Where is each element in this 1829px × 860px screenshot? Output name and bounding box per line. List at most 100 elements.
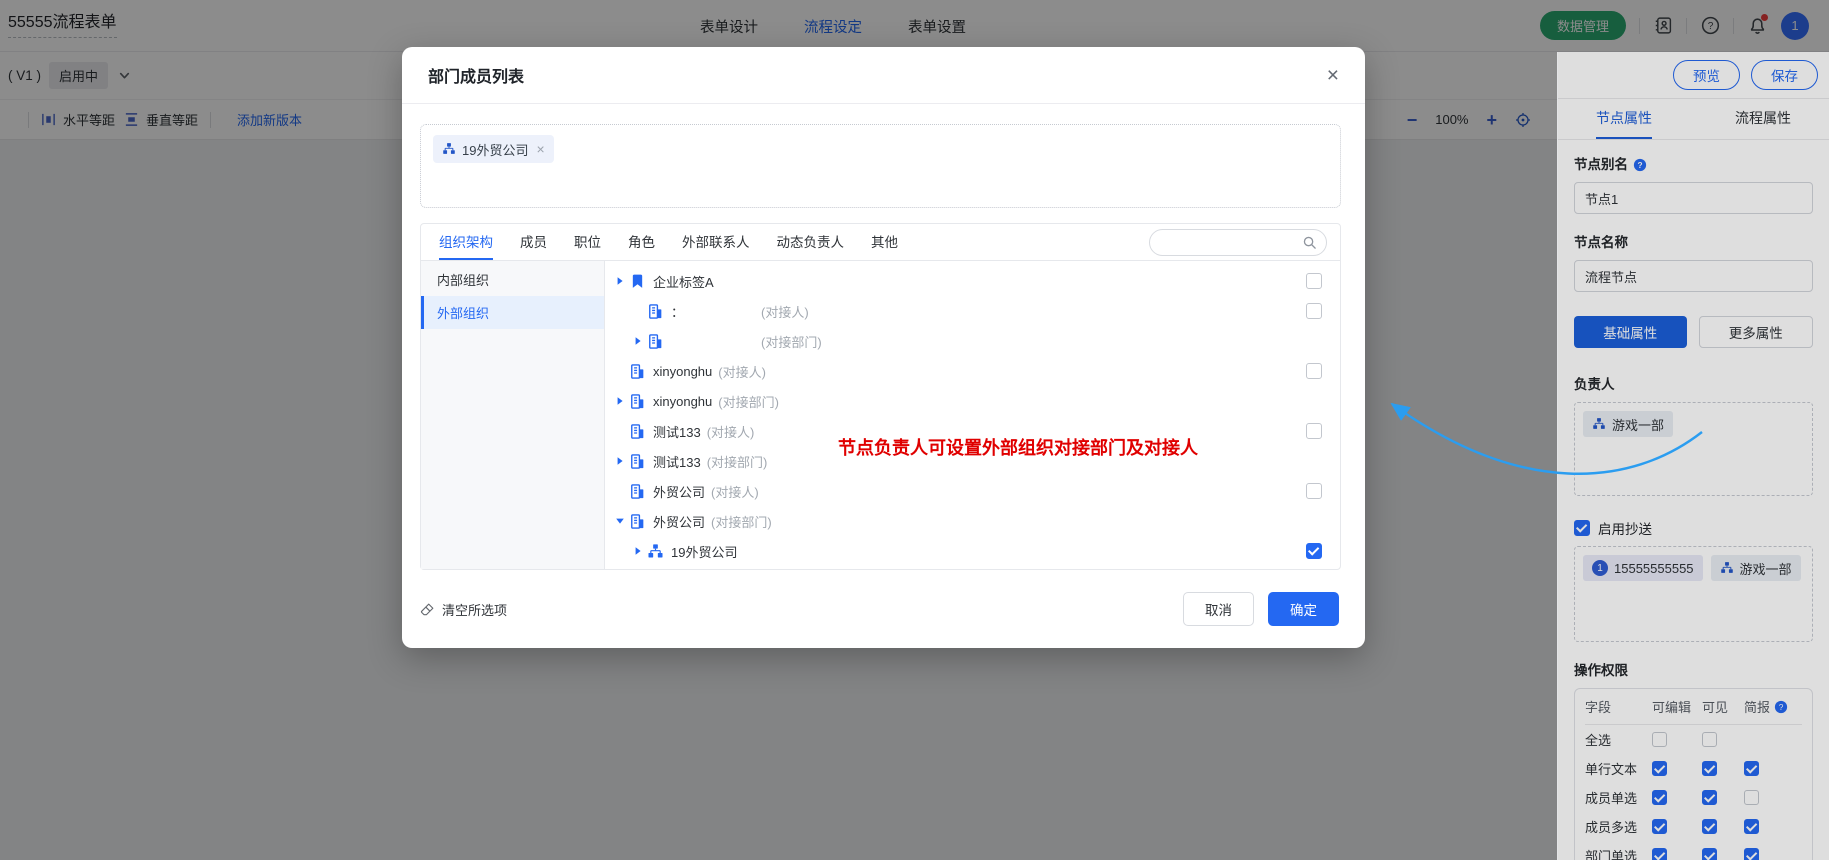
perm-checkbox[interactable] [1652, 732, 1667, 747]
tree-checkbox[interactable] [1306, 303, 1322, 319]
modal-title: 部门成员列表 [428, 63, 524, 87]
picker-tab[interactable]: 职位 [574, 224, 601, 260]
picker-tab[interactable]: 外部联系人 [682, 224, 750, 260]
help-icon[interactable]: ? [1633, 158, 1647, 172]
tree-checkbox[interactable] [1306, 363, 1322, 379]
org-icon [1592, 417, 1606, 431]
property-switch-buttons: 基础属性 更多属性 [1574, 316, 1813, 348]
perm-checkbox[interactable] [1652, 819, 1667, 834]
confirm-button[interactable]: 确定 [1268, 592, 1339, 626]
tree-row[interactable]: (对接部门) [615, 326, 1322, 356]
caret-right-icon[interactable] [633, 546, 647, 556]
tree-node-suffix: (对接部门) [718, 392, 779, 411]
selected-tag: 19外贸公司× [433, 135, 554, 163]
perm-row: 成员单选 [1585, 783, 1802, 812]
tree-node-name: xinyonghu [653, 364, 712, 379]
building-icon [629, 393, 646, 410]
permissions-label-text: 操作权限 [1574, 662, 1628, 680]
picker-main: 内部组织外部组织 企业标签A：(对接人) (对接部门) xinyonghu (对接人)… [421, 261, 1340, 569]
cc-checkbox[interactable] [1574, 520, 1590, 536]
caret-right-icon[interactable] [615, 456, 629, 466]
perm-checkbox[interactable] [1744, 848, 1759, 860]
tree-node-suffix: (对接人) [718, 362, 766, 381]
drawer-tab[interactable]: 流程属性 [1735, 99, 1791, 139]
tree-row[interactable]: xinyonghu (对接人) [615, 356, 1322, 386]
picker-tab[interactable]: 成员 [520, 224, 547, 260]
picker-tab[interactable]: 动态负责人 [777, 224, 845, 260]
tree-node-suffix: (对接人) [707, 422, 755, 441]
perm-col-label: 简报 [1744, 697, 1770, 716]
org-icon [442, 142, 456, 156]
picker-tabs: 组织架构成员职位角色外部联系人动态负责人其他 [421, 224, 1340, 261]
perm-checkbox[interactable] [1744, 761, 1759, 776]
tree-row[interactable]: ：(对接人) [615, 296, 1322, 326]
perm-col-header: 可编辑 [1652, 697, 1702, 716]
preview-button[interactable]: 预览 [1673, 60, 1740, 90]
tree-node-suffix: (对接部门) [707, 452, 768, 471]
perm-col-header: 可见 [1702, 697, 1744, 716]
tree-node-name: 测试133 [653, 422, 701, 441]
caret-right-icon[interactable] [633, 336, 647, 346]
owner-label: 负责人 [1574, 376, 1813, 394]
picker-tab[interactable]: 角色 [628, 224, 655, 260]
perm-checkbox[interactable] [1702, 732, 1717, 747]
perm-field-name: 部门单选 [1585, 846, 1652, 860]
cancel-button[interactable]: 取消 [1183, 592, 1254, 626]
tree-row[interactable]: 外贸公司(对接人) [615, 476, 1322, 506]
perm-checkbox[interactable] [1702, 790, 1717, 805]
tree-checkbox[interactable] [1306, 423, 1322, 439]
org-nav-item[interactable]: 外部组织 [421, 296, 604, 329]
modal-footer: 清空所选项 取消 确定 [402, 570, 1365, 648]
close-icon[interactable]: × [1327, 65, 1339, 86]
tree-node-name: 19外贸公司 [671, 542, 737, 561]
more-props-button[interactable]: 更多属性 [1699, 316, 1814, 348]
tree-checkbox[interactable] [1306, 483, 1322, 499]
tree-checkbox[interactable] [1306, 543, 1322, 559]
perm-checkbox[interactable] [1702, 761, 1717, 776]
basic-props-button[interactable]: 基础属性 [1574, 316, 1687, 348]
permissions-table-header: 字段可编辑可见简报? [1585, 689, 1802, 725]
node-name-input[interactable] [1574, 260, 1813, 292]
selected-items-area[interactable]: 19外贸公司× [420, 124, 1341, 208]
remove-tag-icon[interactable]: × [536, 141, 544, 157]
org-nav-item[interactable]: 内部组织 [421, 263, 604, 296]
tree-node-suffix: (对接部门) [711, 512, 772, 531]
caret-right-icon[interactable] [615, 396, 629, 406]
tree-row[interactable]: xinyonghu(对接部门) [615, 386, 1322, 416]
drawer-tab[interactable]: 节点属性 [1596, 99, 1652, 139]
perm-checkbox[interactable] [1652, 790, 1667, 805]
drawer-body: 节点别名 ? 节点名称 基础属性 更多属性 负责人 游戏一部 启用抄送 1155… [1558, 140, 1829, 860]
perm-row: 单行文本 [1585, 754, 1802, 783]
perm-checkbox[interactable] [1702, 848, 1717, 860]
perm-checkbox[interactable] [1652, 848, 1667, 860]
modal-header: 部门成员列表 × [402, 47, 1365, 104]
perm-checkbox[interactable] [1744, 790, 1759, 805]
perm-checkbox[interactable] [1744, 819, 1759, 834]
tree-row[interactable]: 外贸公司(对接部门) [615, 506, 1322, 536]
help-icon[interactable]: ? [1774, 700, 1788, 714]
picker-tab[interactable]: 组织架构 [439, 224, 493, 260]
tree-node-suffix: (对接部门) [761, 332, 822, 351]
tree-checkbox[interactable] [1306, 273, 1322, 289]
picker-tab[interactable]: 其他 [871, 224, 898, 260]
search-input[interactable] [1162, 236, 1298, 250]
caret-down-icon[interactable] [615, 516, 629, 526]
member-tag: 115555555555 [1583, 555, 1703, 581]
tree-row[interactable]: 测试133 (对接人) [615, 416, 1322, 446]
caret-right-icon[interactable] [615, 276, 629, 286]
perm-checkbox[interactable] [1702, 819, 1717, 834]
clear-selection-label: 清空所选项 [442, 600, 507, 619]
alias-input[interactable] [1574, 182, 1813, 214]
tree-row[interactable]: 企业标签A [615, 266, 1322, 296]
owner-select-area[interactable]: 游戏一部 [1574, 402, 1813, 496]
cc-select-area[interactable]: 115555555555游戏一部 [1574, 546, 1813, 642]
org-nav-list: 内部组织外部组织 [421, 261, 605, 569]
clear-selection-button[interactable]: 清空所选项 [420, 600, 507, 619]
tree-row[interactable]: 测试133(对接部门) [615, 446, 1322, 476]
tree-node-suffix: (对接人) [711, 482, 759, 501]
search-input-wrap [1149, 229, 1327, 256]
perm-checkbox[interactable] [1652, 761, 1667, 776]
save-button[interactable]: 保存 [1751, 60, 1818, 90]
search-icon[interactable] [1302, 235, 1317, 250]
tree-row[interactable]: 19外贸公司 [615, 536, 1322, 566]
